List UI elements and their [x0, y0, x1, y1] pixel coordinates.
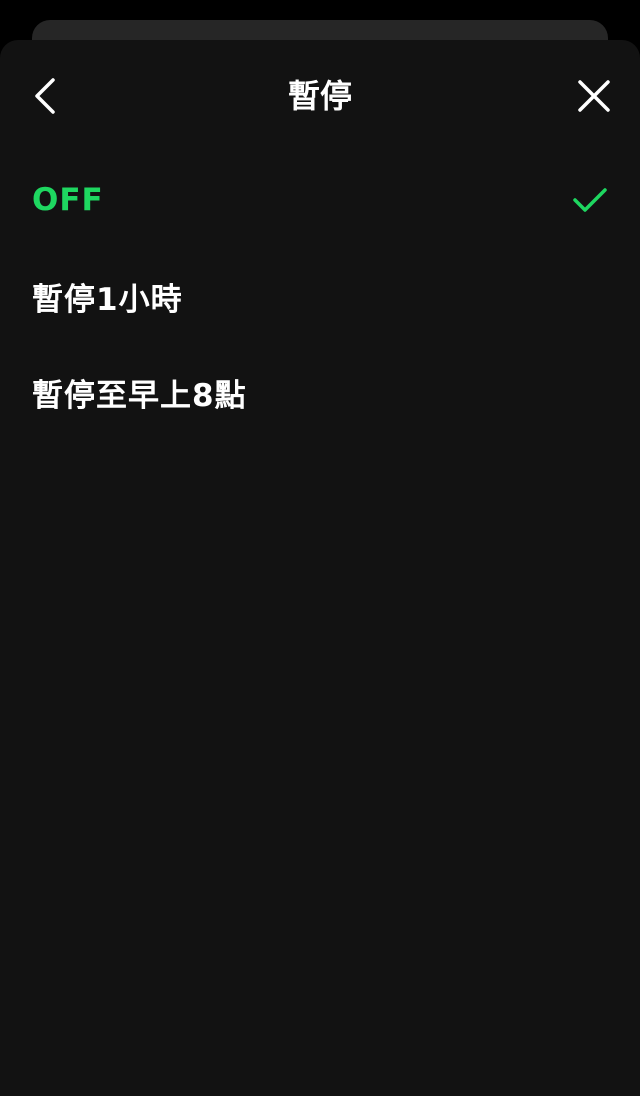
option-pause-1-hour[interactable]: 暫停1小時 [0, 248, 640, 344]
option-label: OFF [32, 182, 104, 218]
pause-sheet: 暫停 OFF 暫停1小時 暫停至早上8點 [0, 40, 640, 1096]
option-off[interactable]: OFF [0, 152, 640, 248]
sheet-header: 暫停 [0, 40, 640, 152]
option-label: 暫停至早上8點 [32, 377, 247, 414]
close-button[interactable] [568, 70, 620, 122]
check-icon [573, 188, 607, 212]
option-pause-until-8am[interactable]: 暫停至早上8點 [0, 344, 640, 440]
close-icon [578, 80, 610, 112]
option-label: 暫停1小時 [32, 281, 183, 318]
pause-options-list: OFF 暫停1小時 暫停至早上8點 [0, 152, 640, 440]
page-title: 暫停 [287, 77, 352, 115]
